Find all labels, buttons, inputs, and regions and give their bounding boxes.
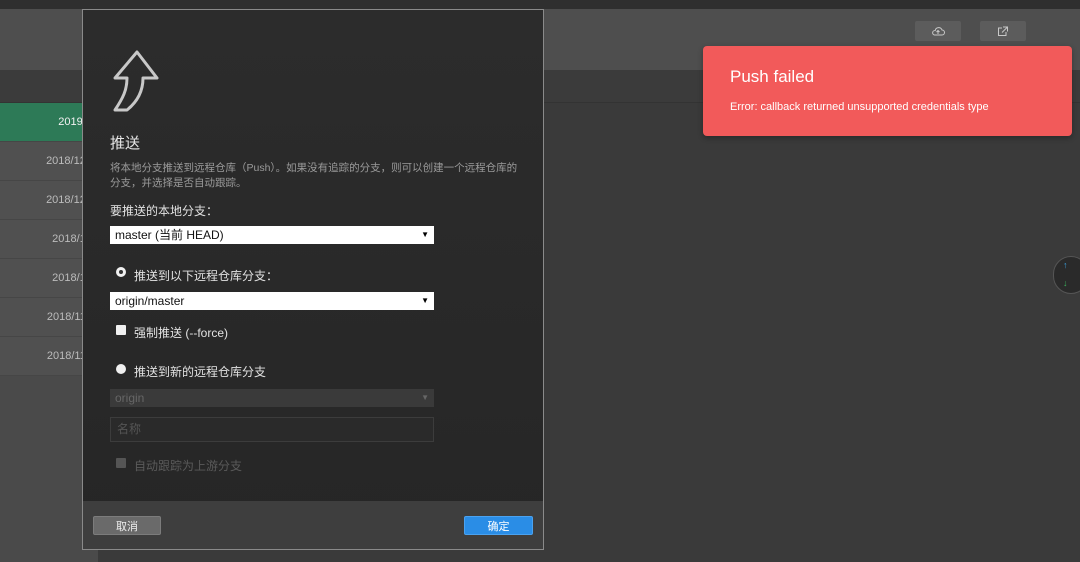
cloud-upload-icon <box>932 27 945 36</box>
dialog-title: 推送 <box>110 135 141 152</box>
app-top-bar <box>0 0 1080 9</box>
force-push-checkbox[interactable] <box>116 325 126 335</box>
dropdown-arrow-icon: ▼ <box>421 393 429 402</box>
push-dialog: 推送 将本地分支推送到远程仓库（Push）。如果没有追踪的分支，则可以创建一个远… <box>82 9 544 550</box>
push-new-label: 推送到新的远程仓库分支 <box>134 365 267 379</box>
auto-track-checkbox[interactable] <box>116 458 126 468</box>
arrow-down-icon[interactable]: ↓ <box>1063 278 1068 288</box>
toast-title: Push failed <box>730 67 815 86</box>
remote-branch-select[interactable]: origin/master ▼ <box>110 292 434 310</box>
remote-branch-value: origin/master <box>115 294 185 308</box>
name-placeholder: 名称 <box>117 422 142 436</box>
dialog-footer: 取消 确定 <box>83 501 543 549</box>
local-branch-value: master (当前 HEAD) <box>115 228 224 242</box>
push-existing-label: 推送到以下远程仓库分支： <box>134 269 279 283</box>
arrow-up-icon[interactable]: ↑ <box>1063 260 1068 270</box>
auto-track-label: 自动跟踪为上游分支 <box>134 459 243 473</box>
cloud-upload-button[interactable] <box>915 21 961 41</box>
force-push-label: 强制推送 (--force) <box>134 326 228 340</box>
push-new-radio[interactable] <box>116 364 126 374</box>
local-branch-select[interactable]: master (当前 HEAD) ▼ <box>110 226 434 244</box>
push-arrow-icon <box>113 50 159 112</box>
external-link-button[interactable] <box>980 21 1026 41</box>
new-remote-select[interactable]: origin ▼ <box>110 389 434 407</box>
ok-button[interactable]: 确定 <box>464 516 533 535</box>
toast-message: Error: callback returned unsupported cre… <box>730 101 989 113</box>
dialog-description: 将本地分支推送到远程仓库（Push）。如果没有追踪的分支，则可以创建一个远程仓库… <box>110 162 518 189</box>
new-remote-value: origin <box>115 391 145 405</box>
local-branch-label: 要推送的本地分支： <box>110 204 219 218</box>
dropdown-arrow-icon: ▼ <box>421 230 429 239</box>
push-existing-radio[interactable] <box>116 267 126 277</box>
dropdown-arrow-icon: ▼ <box>421 296 429 305</box>
error-toast[interactable]: Push failed Error: callback returned uns… <box>703 46 1072 136</box>
external-link-icon <box>998 26 1008 36</box>
cancel-button[interactable]: 取消 <box>93 516 161 535</box>
new-branch-name-input[interactable]: 名称 <box>110 417 434 442</box>
scroll-nav-widget[interactable]: ↑ ↓ <box>1053 256 1080 294</box>
